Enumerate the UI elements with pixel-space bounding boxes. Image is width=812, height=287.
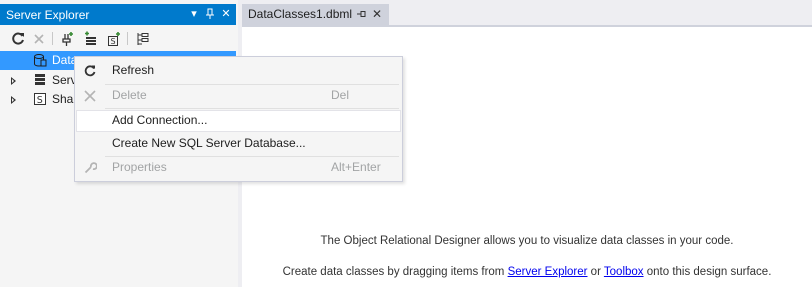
menu-item-create-new-sql-server-database[interactable]: Create New SQL Server Database... bbox=[76, 133, 401, 155]
menu-item-label: Properties bbox=[112, 160, 167, 174]
toolbar-separator bbox=[52, 32, 53, 45]
delete-icon bbox=[83, 89, 97, 103]
menu-item-label: Refresh bbox=[112, 63, 155, 77]
designer-hint-line-1: The Object Relational Designer allows yo… bbox=[320, 235, 734, 247]
toolbar-separator bbox=[127, 32, 128, 45]
sharepoint-icon: S bbox=[33, 92, 47, 106]
auto-hide-pin-icon[interactable] bbox=[203, 7, 217, 21]
server-explorer-toolbar: S bbox=[0, 26, 236, 50]
wrench-icon bbox=[83, 161, 98, 175]
menu-item-properties[interactable]: Properties Alt+Enter bbox=[76, 157, 401, 179]
tab-dataclasses1-dbml[interactable]: DataClasses1.dbml ✕ bbox=[242, 4, 389, 25]
hint-text: Create data classes by dragging items fr… bbox=[282, 266, 508, 278]
refresh-icon[interactable] bbox=[10, 31, 26, 47]
toolbox-link[interactable]: Toolbox bbox=[604, 266, 644, 278]
expand-arrow-icon[interactable] bbox=[11, 77, 16, 85]
designer-hint-line-2: Create data classes by dragging items fr… bbox=[242, 265, 812, 279]
pin-tab-icon[interactable] bbox=[355, 7, 367, 21]
connect-to-server-icon[interactable] bbox=[83, 31, 99, 47]
context-menu: Refresh Delete Del Add Connection... Cre… bbox=[74, 56, 403, 182]
hint-text: or bbox=[587, 266, 604, 278]
tab-label: DataClasses1.dbml bbox=[248, 7, 353, 21]
close-icon[interactable]: ✕ bbox=[219, 7, 233, 21]
menu-item-shortcut: Alt+Enter bbox=[331, 160, 381, 174]
menu-item-refresh[interactable]: Refresh bbox=[76, 60, 401, 82]
menu-separator bbox=[105, 108, 399, 109]
server-explorer-titlebar[interactable]: Server Explorer ▾ ✕ bbox=[0, 4, 236, 25]
menu-item-label: Add Connection... bbox=[112, 113, 208, 127]
tree-item-label: Serv bbox=[52, 73, 77, 87]
server-explorer-link[interactable]: Server Explorer bbox=[508, 266, 588, 278]
properties-icon[interactable] bbox=[135, 31, 151, 47]
connect-to-database-icon[interactable] bbox=[60, 31, 76, 47]
menu-item-delete[interactable]: Delete Del bbox=[76, 85, 401, 107]
server-explorer-title: Server Explorer bbox=[6, 8, 90, 22]
connect-to-sharepoint-icon[interactable]: S bbox=[106, 31, 122, 47]
menu-item-shortcut: Del bbox=[331, 88, 350, 102]
stop-icon[interactable] bbox=[31, 31, 47, 47]
menu-item-add-connection[interactable]: Add Connection... bbox=[76, 110, 401, 132]
menu-item-label: Create New SQL Server Database... bbox=[112, 136, 306, 150]
servers-icon bbox=[33, 73, 47, 87]
data-connections-icon bbox=[33, 53, 47, 67]
menu-item-label: Delete bbox=[112, 88, 147, 102]
hint-text: onto this design surface. bbox=[643, 266, 772, 278]
refresh-icon bbox=[83, 64, 97, 78]
svg-text:S: S bbox=[37, 95, 43, 106]
window-position-dropdown-icon[interactable]: ▾ bbox=[187, 7, 201, 21]
close-tab-icon[interactable]: ✕ bbox=[370, 7, 384, 21]
expand-arrow-icon[interactable] bbox=[11, 96, 16, 104]
svg-text:S: S bbox=[111, 37, 116, 46]
